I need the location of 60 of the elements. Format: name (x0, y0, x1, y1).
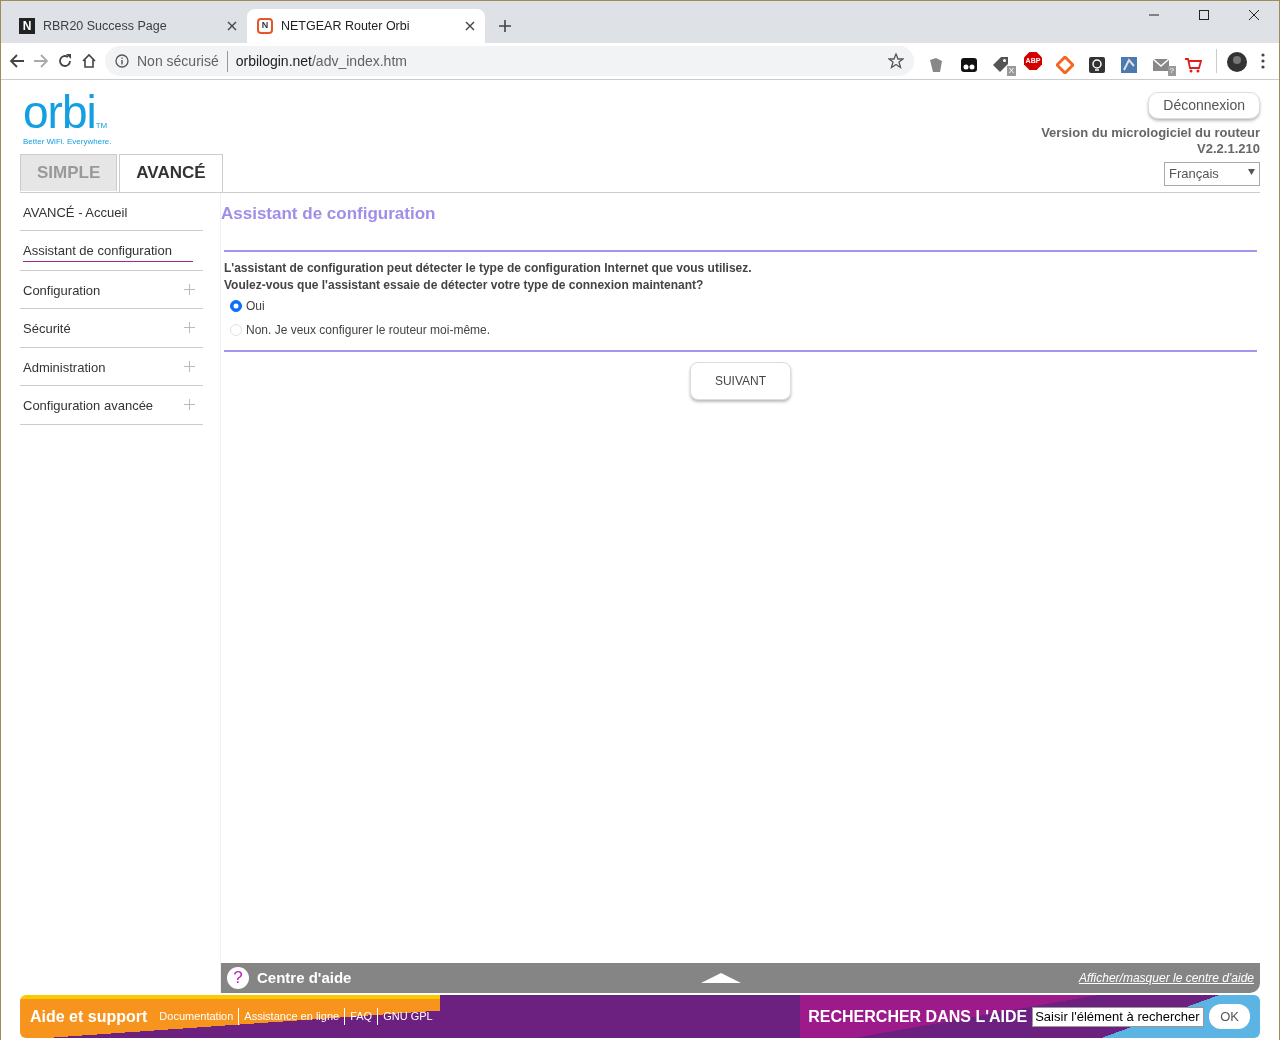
back-icon[interactable] (9, 53, 25, 69)
sidebar-item[interactable]: Configuration (20, 270, 203, 309)
page-title: Assistant de configuration (221, 202, 437, 225)
sidebar-item[interactable]: AVANCÉ - Accueil (20, 192, 203, 231)
address-bar[interactable]: Non sécurisé orbilogin.net/adv_index.htm (105, 46, 914, 76)
description-text: L'assistant de configuration peut détecter le type de configuration Internet que vous utilisez. (224, 260, 753, 277)
avatar-icon[interactable] (1227, 51, 1247, 72)
mode-tab[interactable]: AVANCÉ (119, 154, 223, 192)
help-toggle-link[interactable]: Afficher/masquer le centre d'aide (1078, 969, 1254, 987)
bookmark-star-icon[interactable] (888, 53, 904, 69)
tag-icon[interactable] (992, 55, 1010, 74)
radio-label: Non. Je veux configurer le routeur moi-même. (246, 322, 491, 339)
logo-wordmark: orbi (23, 92, 96, 132)
maximize-icon[interactable] (1199, 10, 1209, 20)
glasses-icon[interactable] (960, 55, 978, 74)
home-icon[interactable] (81, 53, 97, 69)
diamond-icon[interactable] (1056, 55, 1074, 74)
favicon: N (19, 18, 35, 34)
description-text: Voulez-vous que l'assistant essaie de détecter votre type de connexion maintenant? (224, 277, 705, 294)
tagline: Better WiFi. Everywhere. (22, 136, 113, 148)
url-text: orbilogin.net/adv_index.htm (235, 51, 407, 71)
footer-title: Aide et support (30, 1006, 148, 1027)
sidebar-item[interactable]: Configuration avancée (20, 386, 203, 425)
language-select[interactable]: Français (1164, 162, 1260, 186)
extension-badge: ? (1167, 66, 1176, 76)
lightbulb-icon[interactable] (1088, 55, 1106, 74)
close-icon[interactable] (1249, 10, 1259, 20)
extension-badge: X (1006, 66, 1016, 76)
next-button[interactable]: SUIVANT (689, 362, 792, 400)
radio-label: Oui (246, 298, 265, 315)
sidebar-item[interactable]: Sécurité (20, 309, 203, 348)
menu-icon[interactable] (1261, 53, 1265, 69)
tab-title: RBR20 Success Page (43, 17, 167, 35)
radio-button[interactable] (230, 300, 242, 312)
help-icon: ? (227, 967, 249, 989)
cart-icon[interactable] (1184, 55, 1202, 74)
logout-button[interactable]: Déconnexion (1148, 92, 1260, 119)
firmware-version: V2.2.1.210 (1197, 141, 1260, 157)
ok-button[interactable]: OK (1209, 1003, 1250, 1030)
firmware-label: Version du micrologiciel du routeur (1041, 125, 1260, 141)
tab-title: NETGEAR Router Orbi (281, 17, 410, 35)
favicon: N (257, 18, 273, 34)
browser-tab[interactable]: N NETGEAR Router Orbi (247, 9, 485, 43)
caret-icon (1248, 169, 1255, 175)
close-icon[interactable] (227, 21, 237, 31)
map-icon[interactable] (1120, 55, 1138, 74)
sidebar-item[interactable]: Assistant de configuration (20, 231, 203, 271)
help-title: Centre d'aide (257, 967, 352, 988)
search-field[interactable]: Saisir l'élément à rechercher (1032, 1006, 1205, 1027)
expand-arrow-icon[interactable] (701, 973, 742, 983)
new-tab-icon[interactable] (499, 20, 511, 32)
close-icon[interactable] (465, 21, 475, 31)
info-icon (115, 54, 129, 68)
browser-tab[interactable]: N RBR20 Success Page (9, 9, 247, 43)
trademark: TM (95, 121, 108, 132)
sidebar-item[interactable]: Administration (20, 347, 203, 386)
reload-icon[interactable] (57, 53, 73, 69)
security-label: Non sécurisé (137, 50, 228, 72)
search-label: RECHERCHER DANS L'AIDE (808, 1006, 1028, 1027)
footer-link[interactable]: GNU GPL (377, 1008, 438, 1025)
